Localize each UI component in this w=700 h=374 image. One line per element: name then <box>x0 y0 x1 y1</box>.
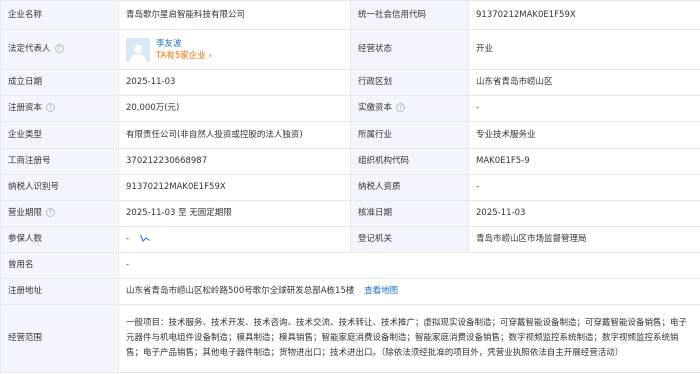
person-icon <box>130 44 146 62</box>
approved-value: 2025-11-03 <box>468 200 700 227</box>
scope-value: 一般项目：技术服务、技术开发、技术咨询、技术交流、技术转让、技术推广；虚拟现实设… <box>118 304 700 373</box>
address-value: 山东省青岛市崂山区松岭路500号歌尔全球研发总部A栋15楼 <box>126 286 355 296</box>
label-taxpayer-id: 纳税人识别号 <box>0 174 119 201</box>
legal-rep-cell: 李友波 TA有5家企业 › <box>118 29 351 70</box>
address-cell: 山东省青岛市崂山区松岭路500号歌尔全球研发总部A栋15楼 查看地图 <box>118 278 700 305</box>
table-row: 营业期限? 2025-11-03 至 无固定期限 核准日期 2025-11-03 <box>0 200 700 227</box>
authority-value: 青岛市崂山区市场监督管理局 <box>468 226 700 253</box>
reg-no-value: 370212230668987 <box>118 148 351 175</box>
label-capital: 注册资本? <box>0 95 119 122</box>
insured-cell: - <box>118 226 351 253</box>
help-icon[interactable]: ? <box>396 103 406 112</box>
label-reg-no: 工商注册号 <box>0 148 119 175</box>
industry-value: 专业技术服务业 <box>468 121 700 149</box>
table-row: 纳税人识别号 91370212MAK0E1F59X 纳税人资质 - <box>0 174 700 201</box>
table-row: 曾用名 - <box>0 252 700 279</box>
table-row: 工商注册号 370212230668987 组织机构代码 MAK0E1F5-9 <box>0 148 700 175</box>
label-credit-code: 统一社会信用代码 <box>350 0 469 30</box>
capital-value: 20,000万(元) <box>118 95 351 122</box>
label-company-type: 企业类型 <box>0 121 119 149</box>
label-address: 注册地址 <box>0 278 119 305</box>
label-taxpayer-qual: 纳税人资质 <box>350 174 469 201</box>
credit-code-value: 91370212MAK0E1F59X <box>468 0 700 30</box>
label-scope: 经营范围 <box>0 304 119 373</box>
view-map-link[interactable]: 查看地图 <box>364 286 398 296</box>
company-info-table: 企业名称 青岛歌尔星启智能科技有限公司 统一社会信用代码 91370212MAK… <box>0 0 700 373</box>
term-value: 2025-11-03 至 无固定期限 <box>118 200 351 227</box>
legal-rep-companies-link[interactable]: TA有5家企业 › <box>156 50 212 62</box>
label-company-name: 企业名称 <box>0 0 119 30</box>
help-icon[interactable]: ? <box>46 208 56 217</box>
table-row: 成立日期 2025-11-03 行政区划 山东省青岛市崂山区 <box>0 69 700 96</box>
label-former-name: 曾用名 <box>0 252 119 279</box>
label-founded: 成立日期 <box>0 69 119 96</box>
taxpayer-id-value: 91370212MAK0E1F59X <box>118 174 351 201</box>
insured-value: - <box>126 234 130 244</box>
legal-rep-name[interactable]: 李友波 <box>156 38 212 50</box>
label-org-code: 组织机构代码 <box>350 148 469 175</box>
company-name-value: 青岛歌尔星启智能科技有限公司 <box>118 0 351 30</box>
status-value: 开业 <box>468 29 700 70</box>
table-row: 注册地址 山东省青岛市崂山区松岭路500号歌尔全球研发总部A栋15楼 查看地图 <box>0 278 700 305</box>
label-term: 营业期限? <box>0 200 119 227</box>
table-row: 企业类型 有限责任公司(非自然人投资或控股的法人独资) 所属行业 专业技术服务业 <box>0 121 700 149</box>
table-row: 企业名称 青岛歌尔星启智能科技有限公司 统一社会信用代码 91370212MAK… <box>0 0 700 30</box>
table-row: 注册资本? 20,000万(元) 实缴资本? - <box>0 95 700 122</box>
label-region: 行政区划 <box>350 69 469 96</box>
company-type-value: 有限责任公司(非自然人投资或控股的法人独资) <box>118 121 351 149</box>
trend-icon[interactable] <box>139 234 150 244</box>
label-paid-capital: 实缴资本? <box>350 95 469 122</box>
label-status: 经营状态 <box>350 29 469 70</box>
label-legal-rep: 法定代表人? <box>0 29 119 70</box>
help-icon[interactable]: ? <box>46 103 56 112</box>
chevron-right-icon: › <box>208 50 212 61</box>
label-authority: 登记机关 <box>350 226 469 253</box>
avatar[interactable] <box>126 37 150 62</box>
taxpayer-qual-value: - <box>468 174 700 201</box>
table-row: 法定代表人? 李友波 TA有5家企业 › 经营状态 开业 <box>0 29 700 70</box>
label-industry: 所属行业 <box>350 121 469 149</box>
former-name-value: - <box>118 252 700 279</box>
label-approved: 核准日期 <box>350 200 469 227</box>
region-value: 山东省青岛市崂山区 <box>468 69 700 96</box>
org-code-value: MAK0E1F5-9 <box>468 148 700 175</box>
paid-capital-value: - <box>468 95 700 122</box>
help-icon[interactable]: ? <box>54 44 64 53</box>
founded-value: 2025-11-03 <box>118 69 351 96</box>
label-insured: 参保人数 <box>0 226 119 253</box>
table-row: 参保人数 - 登记机关 青岛市崂山区市场监督管理局 <box>0 226 700 253</box>
table-row: 经营范围 一般项目：技术服务、技术开发、技术咨询、技术交流、技术转让、技术推广；… <box>0 304 700 373</box>
